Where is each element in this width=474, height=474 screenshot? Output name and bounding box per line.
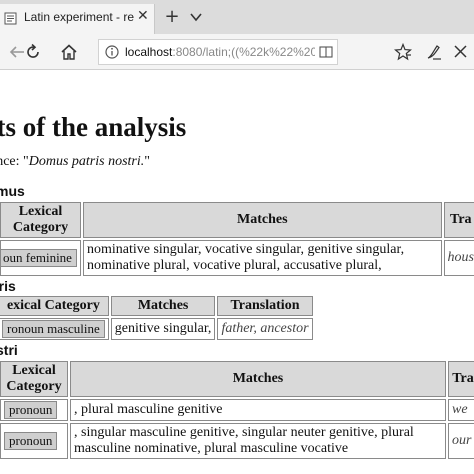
word-heading-nostri: stri — [0, 342, 18, 358]
matches-cell: , plural masculine genitive — [70, 399, 446, 421]
column-header-lexical-category: Lexical Category — [0, 361, 68, 397]
address-bar[interactable]: localhost:8080/latin;((%22k%22%20.% — [98, 39, 338, 65]
translation-cell: father, ancestor — [217, 318, 313, 340]
lexical-category-chip: oun feminine — [0, 249, 77, 267]
column-header-lexical-category: Lexical Category — [0, 202, 81, 238]
page-title: ults of the analysis — [0, 112, 187, 142]
table-header-row: Lexical Category Matches Tra — [0, 361, 474, 397]
refresh-icon[interactable] — [24, 43, 42, 61]
column-header-translation: Tra — [448, 361, 474, 397]
translation-cell: hous — [443, 240, 474, 276]
address-host: localhost — [125, 45, 173, 59]
lexical-category-cell: pronoun — [0, 423, 68, 459]
new-tab-icon[interactable]: + — [162, 6, 182, 27]
chevron-down-icon[interactable] — [188, 9, 204, 25]
translation-cell: our — [448, 423, 474, 459]
matches-cell: genitive singular, — [110, 318, 216, 340]
site-info-icon[interactable] — [105, 45, 119, 59]
lexical-category-chip: pronoun — [4, 401, 58, 419]
matches-cell: nominative singular, vocative singular, … — [82, 240, 442, 276]
address-text[interactable]: localhost:8080/latin;((%22k%22%20.% — [125, 45, 315, 59]
results-table-patris: exical Category Matches Translation rono… — [0, 294, 315, 342]
navigation-toolbar: localhost:8080/latin;((%22k%22%20.% — [0, 34, 474, 70]
column-header-translation: Translation — [217, 296, 313, 316]
favorites-star-icon[interactable] — [394, 43, 412, 61]
sentence-label: ence: " — [0, 154, 29, 169]
page-content: ults of the analysis ence: "Domus patris… — [0, 71, 474, 474]
tab-close-icon[interactable]: ✕ — [137, 8, 149, 24]
browser-tab[interactable]: Latin experiment - resul ✕ — [0, 4, 155, 34]
word-heading-patris: tris — [0, 278, 16, 294]
word-heading-domus: mus — [0, 183, 25, 199]
tab-strip: Latin experiment - resul ✕ + — [0, 0, 474, 34]
address-path: :8080/latin;((%22k%22%20.% — [172, 45, 315, 59]
reading-view-icon[interactable] — [319, 45, 333, 59]
lexical-category-chip: ronoun masculine — [2, 320, 105, 338]
results-table-nostri: Lexical Category Matches Tra pronoun , p… — [0, 359, 474, 461]
matches-cell: , singular masculine genitive, singular … — [70, 423, 446, 459]
pen-icon[interactable] — [425, 43, 443, 61]
home-icon[interactable] — [60, 43, 78, 61]
sentence-line: ence: "Domus patris nostri." — [0, 154, 150, 170]
tab-title: Latin experiment - resul — [24, 10, 134, 24]
lexical-category-cell: oun feminine — [0, 240, 81, 276]
table-row: pronoun , singular masculine genitive, s… — [0, 423, 474, 459]
page-icon — [4, 12, 17, 25]
share-icon[interactable] — [452, 43, 470, 61]
table-row: pronoun , plural masculine genitive we — [0, 399, 474, 421]
column-header-matches: Matches — [82, 202, 442, 238]
table-header-row: exical Category Matches Translation — [0, 296, 313, 316]
lexical-category-cell: pronoun — [0, 399, 68, 421]
lexical-category-chip: pronoun — [4, 432, 58, 450]
lexical-category-cell: ronoun masculine — [0, 318, 109, 340]
sentence-text: Domus patris nostri. — [28, 154, 145, 169]
column-header-lexical-category: exical Category — [0, 296, 109, 316]
column-header-matches: Matches — [70, 361, 446, 397]
column-header-matches: Matches — [110, 296, 216, 316]
table-header-row: Lexical Category Matches Tra — [0, 202, 474, 238]
table-row: oun feminine nominative singular, vocati… — [0, 240, 474, 276]
translation-cell: we — [448, 399, 474, 421]
sentence-close-quote: " — [144, 154, 150, 169]
column-header-translation: Tra — [443, 202, 474, 238]
results-table-domus: Lexical Category Matches Tra oun feminin… — [0, 200, 474, 278]
table-row: ronoun masculine genitive singular, fath… — [0, 318, 313, 340]
